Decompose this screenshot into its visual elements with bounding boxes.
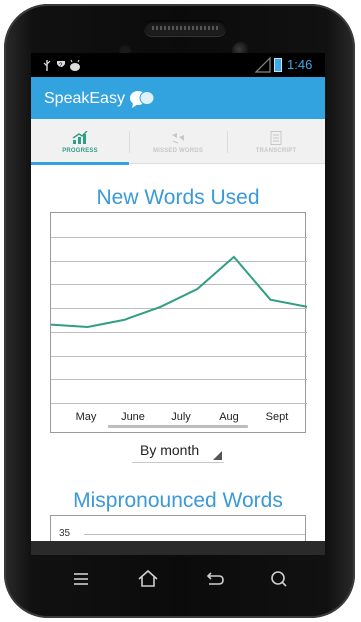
back-icon: [206, 572, 224, 585]
app-bar: SpeakEasy: [31, 77, 325, 119]
speech-bubbles-logo-icon: [130, 91, 155, 108]
progress-chart-icon: [72, 131, 88, 144]
tab-label: TRANSCRIPT: [255, 148, 297, 154]
x-tick-label: July: [171, 411, 191, 423]
period-dropdown[interactable]: By month: [132, 437, 224, 463]
back-button[interactable]: [200, 565, 228, 593]
tab-label: PROGRESS: [62, 148, 98, 154]
search-button[interactable]: [265, 565, 293, 593]
tab-transcript[interactable]: TRANSCRIPT: [227, 119, 325, 164]
chart-title: New Words Used: [96, 186, 260, 209]
battery-icon: [274, 58, 282, 72]
screen: ? 1:46 SpeakEasy PROGRESS MISSED WORDS T…: [31, 53, 325, 541]
tab-progress[interactable]: PROGRESS: [31, 119, 129, 165]
chart2-title: Mispronounced Words: [73, 489, 283, 512]
period-dropdown-value: By month: [140, 442, 200, 458]
status-time: 1:46: [287, 57, 313, 72]
svg-text:?: ?: [59, 63, 66, 69]
menu-button[interactable]: [67, 565, 95, 593]
menu-icon: [74, 573, 88, 585]
series-line: [51, 255, 307, 329]
y-tick-label: 35: [59, 528, 71, 539]
dropdown-caret-icon: [213, 451, 222, 460]
search-icon: [271, 571, 287, 587]
missed-words-icon: [172, 133, 184, 144]
x-tick-label: Aug: [219, 411, 239, 423]
tab-label: MISSED WORDS: [152, 148, 204, 154]
x-tick-label: May: [75, 411, 97, 423]
tab-bar: PROGRESS MISSED WORDS TRANSCRIPT: [31, 119, 325, 165]
home-icon: [138, 569, 158, 587]
speaker-grille: [144, 20, 226, 36]
navigation-bar: [31, 555, 325, 603]
transcript-icon: [270, 131, 282, 145]
status-notification-icons: ?: [43, 58, 93, 75]
home-button[interactable]: [134, 565, 162, 593]
new-words-chart-plot: [51, 237, 307, 404]
new-words-chart[interactable]: May June July Aug Sept: [50, 212, 307, 433]
status-bar: ? 1:46: [31, 53, 325, 77]
x-tick-label: Sept: [265, 411, 289, 423]
x-tick-label: June: [121, 411, 145, 423]
mispronounced-words-chart[interactable]: 35: [50, 515, 306, 541]
tab-missed-words[interactable]: MISSED WORDS: [129, 119, 227, 164]
chart-scrollbar[interactable]: [108, 425, 248, 428]
active-tab-indicator: [31, 162, 129, 165]
app-title: SpeakEasy: [44, 90, 125, 107]
usb-icon: ?: [43, 59, 80, 71]
screen-bottom-edge: [31, 541, 325, 555]
signal-icon: [255, 57, 271, 73]
grid-line: [84, 534, 305, 535]
